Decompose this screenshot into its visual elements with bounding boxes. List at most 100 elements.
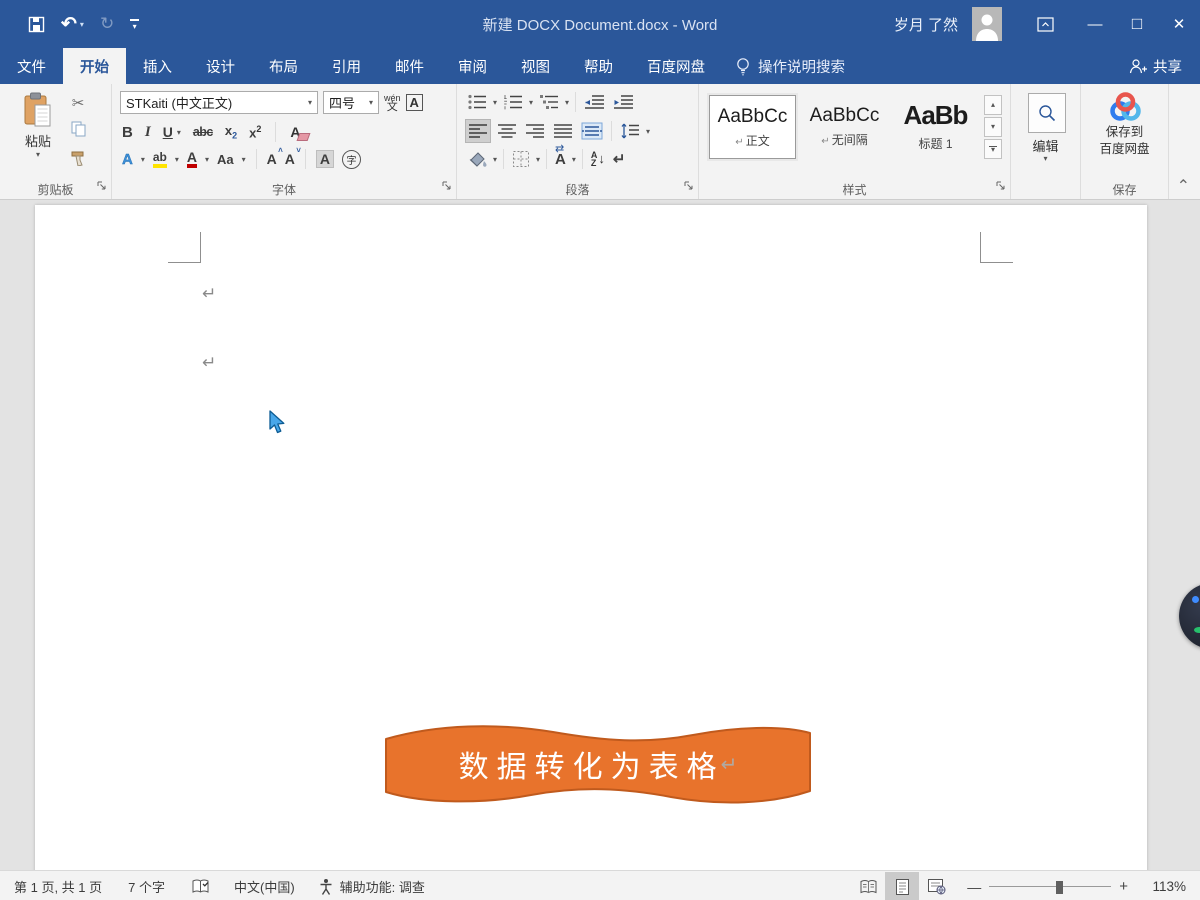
numbering-caret[interactable]: ▾ [529, 98, 533, 107]
line-spacing-caret[interactable]: ▾ [646, 127, 650, 136]
clipboard-dialog-launcher[interactable] [96, 178, 107, 196]
shrink-font-button[interactable]: A ˅ [285, 146, 301, 167]
text-effects-caret[interactable]: ▾ [141, 155, 145, 164]
editing-label[interactable]: 编辑 [1011, 136, 1080, 155]
zoom-slider-thumb[interactable] [1056, 880, 1064, 894]
decrease-indent-button[interactable] [582, 91, 607, 113]
save-button[interactable] [28, 16, 45, 33]
floating-assistant-ball[interactable] [1179, 583, 1200, 649]
font-color-caret[interactable]: ▾ [205, 155, 209, 164]
collapse-ribbon-button[interactable]: ⌃ [1177, 176, 1190, 196]
phonetic-guide-button[interactable]: wén 文 [384, 93, 401, 112]
character-border-button[interactable]: A [405, 94, 423, 111]
asian-layout-caret[interactable]: ▾ [572, 155, 576, 164]
highlight-caret[interactable]: ▾ [175, 155, 179, 164]
zoom-in-button[interactable]: + [1119, 878, 1128, 895]
text-effects-button[interactable]: A [122, 150, 133, 167]
paste-dropdown-caret[interactable]: ▾ [14, 150, 62, 159]
avatar[interactable] [972, 7, 1002, 41]
user-name[interactable]: 岁月 了然 [894, 14, 958, 35]
zoom-level[interactable]: 113% [1138, 879, 1186, 894]
multilevel-caret[interactable]: ▾ [565, 98, 569, 107]
style-card-heading1[interactable]: AaBb 标题 1 [893, 95, 978, 157]
bullets-button[interactable] [465, 91, 489, 113]
cut-button[interactable]: ✂ [72, 94, 85, 112]
bold-button[interactable]: B [122, 124, 133, 141]
clear-formatting-button[interactable]: A [290, 124, 310, 141]
tab-mailings[interactable]: 邮件 [378, 48, 441, 84]
borders-caret[interactable]: ▾ [536, 155, 540, 164]
ribbon-display-options-button[interactable] [1024, 0, 1066, 48]
page-number-status[interactable]: 第 1 页, 共 1 页 [14, 877, 102, 896]
distribute-button[interactable] [579, 120, 605, 142]
zoom-slider[interactable] [989, 879, 1112, 895]
save-to-baidu-button[interactable]: 保存到 百度网盘 [1081, 92, 1168, 158]
align-left-button[interactable] [465, 119, 491, 143]
share-button[interactable]: 共享 [1111, 48, 1200, 84]
bullets-caret[interactable]: ▾ [493, 98, 497, 107]
minimize-button[interactable]: — [1074, 0, 1116, 48]
tab-insert[interactable]: 插入 [126, 48, 189, 84]
superscript-button[interactable]: x2 [249, 124, 261, 140]
underline-caret[interactable]: ▾ [177, 128, 181, 137]
change-case-button[interactable]: Aa [217, 152, 234, 167]
editing-dropdown-button[interactable] [1028, 93, 1066, 133]
tab-view[interactable]: 视图 [504, 48, 567, 84]
word-count-status[interactable]: 7 个字 [128, 877, 165, 896]
proofing-status-button[interactable] [191, 878, 210, 895]
line-spacing-button[interactable] [618, 120, 642, 142]
align-center-button[interactable] [495, 120, 519, 142]
read-mode-button[interactable] [851, 872, 885, 900]
tab-review[interactable]: 审阅 [441, 48, 504, 84]
asian-layout-button[interactable]: A ⇄ [553, 143, 568, 170]
language-status[interactable]: 中文(中国) [234, 877, 295, 896]
format-painter-button[interactable] [70, 151, 86, 171]
zoom-out-button[interactable]: — [967, 879, 981, 895]
multilevel-list-button[interactable] [537, 91, 561, 113]
character-shading-button[interactable]: A [315, 150, 335, 168]
italic-button[interactable]: I [145, 124, 151, 141]
tab-home[interactable]: 开始 [63, 48, 126, 84]
highlight-button[interactable]: ab [152, 150, 167, 168]
styles-scroll-up-button[interactable]: ▴ [984, 95, 1002, 115]
web-layout-button[interactable] [919, 872, 953, 900]
style-card-no-spacing[interactable]: AaBbCc ↵ 无间隔 [802, 95, 887, 157]
undo-button[interactable]: ↶ ▾ [61, 13, 84, 36]
styles-scroll-down-button[interactable]: ▾ [984, 117, 1002, 137]
numbering-button[interactable] [501, 91, 525, 113]
tab-file[interactable]: 文件 [0, 48, 63, 84]
grow-font-button[interactable]: A ˄ [267, 146, 283, 167]
paste-button[interactable]: 粘贴 ▾ [14, 92, 62, 159]
shading-button[interactable] [465, 148, 489, 170]
shading-caret[interactable]: ▾ [493, 155, 497, 164]
tab-references[interactable]: 引用 [315, 48, 378, 84]
subscript-button[interactable]: x2 [225, 123, 237, 141]
style-card-normal[interactable]: AaBbCc ↵ 正文 [709, 95, 796, 159]
change-case-caret[interactable]: ▾ [242, 155, 246, 164]
sort-button[interactable]: AZ ↓ [589, 149, 607, 169]
redo-button[interactable]: ↻ [100, 14, 114, 34]
undo-dropdown-caret[interactable]: ▾ [80, 20, 84, 29]
close-button[interactable]: ✕ [1158, 0, 1200, 48]
tab-help[interactable]: 帮助 [567, 48, 630, 84]
borders-button[interactable] [510, 148, 532, 170]
font-size-combo[interactable]: 四号 ▾ [323, 91, 379, 114]
underline-button[interactable]: U [163, 124, 173, 140]
styles-more-button[interactable]: ▾ [984, 139, 1002, 159]
copy-button[interactable] [71, 121, 86, 142]
increase-indent-button[interactable] [611, 91, 636, 113]
align-right-button[interactable] [523, 120, 547, 142]
wave-banner-shape[interactable]: 数据转化为表格 ↵ [383, 721, 813, 807]
customize-qat-button[interactable]: ▾ [130, 19, 140, 31]
tell-me-search[interactable]: 操作说明搜索 [722, 48, 859, 84]
accessibility-status[interactable]: 辅助功能: 调查 [317, 877, 425, 896]
styles-dialog-launcher[interactable] [995, 178, 1006, 196]
font-name-combo[interactable]: STKaiti (中文正文) ▾ [120, 91, 318, 114]
print-layout-button[interactable] [885, 871, 920, 900]
justify-button[interactable] [551, 120, 575, 142]
enclose-characters-button[interactable]: 字 [342, 149, 362, 169]
show-hide-marks-button[interactable]: ↵ [611, 148, 628, 170]
maximize-button[interactable]: □ [1116, 0, 1158, 48]
tab-design[interactable]: 设计 [189, 48, 252, 84]
tab-layout[interactable]: 布局 [252, 48, 315, 84]
